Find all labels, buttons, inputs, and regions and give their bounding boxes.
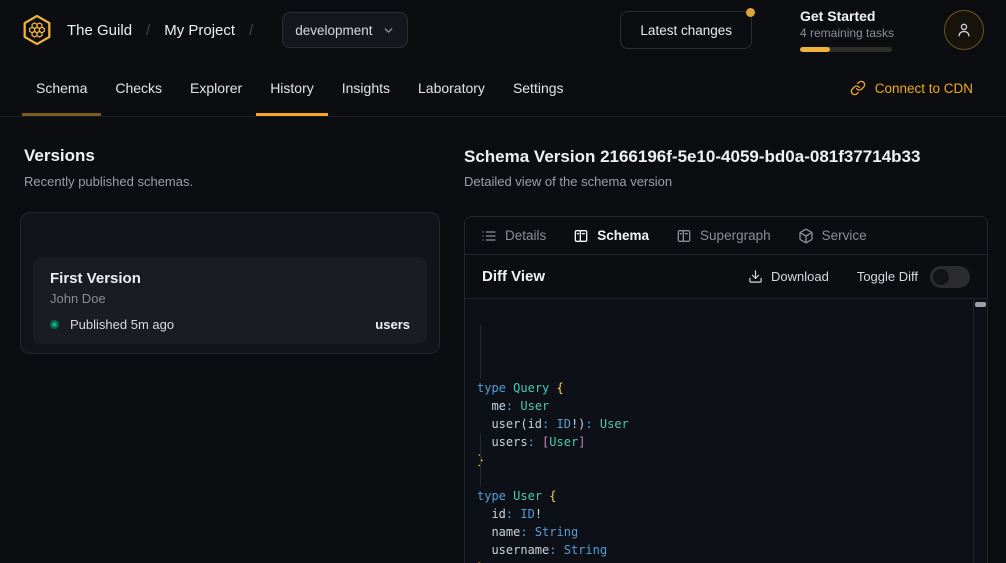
- download-button[interactable]: Download: [748, 269, 829, 284]
- chevron-down-icon: [382, 24, 395, 37]
- get-started-progress-fill: [800, 47, 830, 52]
- toggle-diff-knob: [933, 269, 949, 285]
- code-block: type Query { me: User user(id: ID!): Use…: [477, 379, 961, 563]
- version-status: Published 5m ago: [70, 317, 174, 332]
- get-started-subtitle: 4 remaining tasks: [800, 26, 918, 40]
- tab-schema-label: Schema: [597, 228, 649, 243]
- versions-title: Versions: [24, 146, 95, 166]
- tab-supergraph-label: Supergraph: [700, 228, 771, 243]
- project-breadcrumb[interactable]: My Project: [164, 22, 235, 39]
- code-line: user(id: ID!): User: [477, 415, 961, 433]
- code-line: type Query {: [477, 379, 961, 397]
- tab-supergraph[interactable]: Supergraph: [676, 228, 771, 244]
- schema-code-viewer[interactable]: type Query { me: User user(id: ID!): Use…: [465, 299, 987, 563]
- tab-schema[interactable]: Schema: [573, 228, 649, 244]
- code-line: me: User: [477, 397, 961, 415]
- toggle-diff-label: Toggle Diff: [857, 269, 918, 284]
- version-name: First Version: [50, 270, 410, 287]
- download-icon: [748, 269, 763, 284]
- schema-panel-tabs: Details Schema Supergraph: [465, 217, 987, 255]
- code-line: }: [477, 451, 961, 469]
- code-scrollbar[interactable]: [973, 299, 987, 563]
- version-author: John Doe: [50, 291, 410, 306]
- columns-icon: [676, 228, 692, 244]
- download-label: Download: [771, 269, 829, 284]
- tab-details[interactable]: Details: [481, 228, 546, 244]
- list-icon: [481, 228, 497, 244]
- person-icon: [954, 20, 974, 40]
- indent-guide: [480, 433, 481, 487]
- published-status-dot: [50, 320, 59, 329]
- nav-tab-explorer[interactable]: Explorer: [176, 60, 256, 116]
- connect-to-cdn-label: Connect to CDN: [875, 81, 973, 96]
- code-line: type User {: [477, 487, 961, 505]
- diff-view-title: Diff View: [482, 268, 545, 285]
- code-line: username: String: [477, 541, 961, 559]
- get-started-title: Get Started: [800, 8, 918, 24]
- chain-link-icon: [850, 80, 866, 96]
- nav-tab-checks[interactable]: Checks: [101, 60, 176, 116]
- versions-list-card: First Version John Doe Published 5m ago …: [20, 212, 440, 354]
- get-started-progress: [800, 47, 892, 52]
- nav-tab-history[interactable]: History: [256, 60, 328, 116]
- code-line: [477, 469, 961, 487]
- code-line: id: ID!: [477, 505, 961, 523]
- scrollbar-thumb[interactable]: [975, 302, 986, 307]
- nav-tab-laboratory[interactable]: Laboratory: [404, 60, 499, 116]
- nav-tab-insights[interactable]: Insights: [328, 60, 404, 116]
- code-line: }: [477, 559, 961, 563]
- code-line: users: [User]: [477, 433, 961, 451]
- environment-value: development: [295, 23, 372, 38]
- nav-tab-settings[interactable]: Settings: [499, 60, 578, 116]
- schema-version-subtitle: Detailed view of the schema version: [464, 174, 672, 189]
- versions-subtitle: Recently published schemas.: [24, 174, 193, 189]
- schema-version-title: Schema Version 2166196f-5e10-4059-bd0a-0…: [464, 147, 920, 167]
- toggle-diff-switch[interactable]: [930, 266, 970, 288]
- breadcrumb-separator: /: [249, 22, 253, 39]
- version-service-badge: users: [375, 317, 410, 332]
- tab-details-label: Details: [505, 228, 546, 243]
- diff-actions: Download Toggle Diff: [748, 266, 970, 288]
- schema-version-panel: Details Schema Supergraph: [464, 216, 988, 563]
- version-list-item[interactable]: First Version John Doe Published 5m ago …: [33, 257, 427, 344]
- diff-view-toolbar: Diff View Download Toggle Diff: [465, 255, 987, 299]
- breadcrumb-separator: /: [146, 22, 150, 39]
- cube-icon: [798, 228, 814, 244]
- tab-service-label: Service: [822, 228, 867, 243]
- connect-to-cdn-link[interactable]: Connect to CDN: [850, 60, 973, 116]
- columns-icon: [573, 228, 589, 244]
- version-meta-row: Published 5m ago users: [50, 317, 410, 332]
- code-line: name: String: [477, 523, 961, 541]
- user-avatar[interactable]: [944, 10, 984, 50]
- app-header: The Guild / My Project / development Lat…: [0, 0, 1006, 60]
- latest-changes-button[interactable]: Latest changes: [620, 11, 752, 49]
- tab-service[interactable]: Service: [798, 228, 867, 244]
- get-started-widget[interactable]: Get Started 4 remaining tasks: [800, 8, 918, 52]
- nav-tab-schema[interactable]: Schema: [22, 60, 101, 116]
- environment-select[interactable]: development: [282, 12, 407, 48]
- indent-guide: [480, 325, 481, 379]
- org-breadcrumb[interactable]: The Guild: [67, 22, 132, 39]
- latest-changes-label: Latest changes: [640, 23, 732, 38]
- notification-dot: [746, 8, 755, 17]
- target-nav-tabs: Schema Checks Explorer History Insights …: [0, 60, 1006, 117]
- guild-logo-icon[interactable]: [20, 13, 54, 47]
